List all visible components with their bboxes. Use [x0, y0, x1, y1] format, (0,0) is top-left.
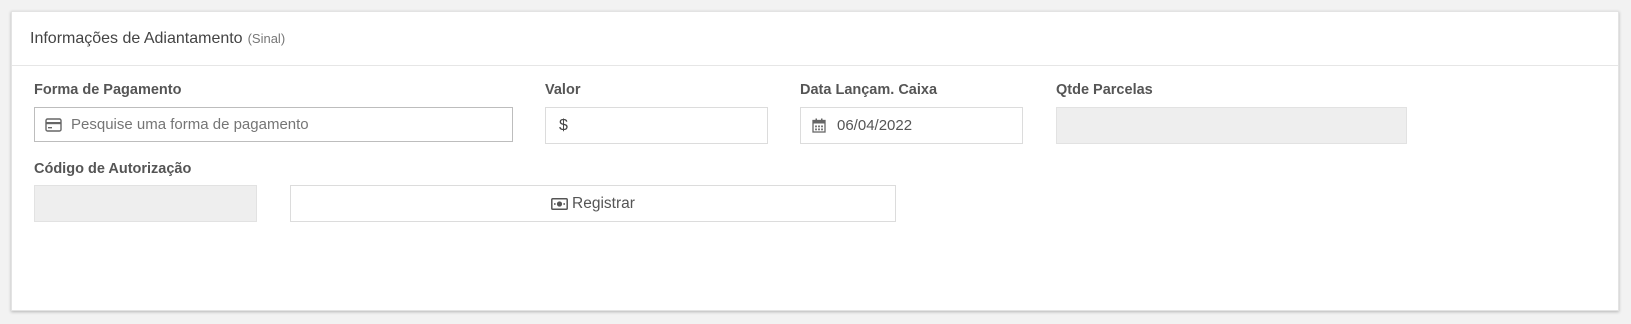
- value-input[interactable]: $: [545, 107, 768, 144]
- panel-title: Informações de Adiantamento: [30, 29, 243, 47]
- authorization-code-label: Código de Autorização: [34, 161, 192, 177]
- installments-qty-input: [1056, 107, 1407, 144]
- currency-prefix: $: [559, 116, 568, 134]
- panel-subtitle: (Sinal): [247, 31, 286, 46]
- register-button[interactable]: Registrar: [290, 185, 896, 222]
- payment-method-input-text[interactable]: [71, 116, 491, 133]
- money-bill-icon: [551, 197, 568, 210]
- advance-info-panel: Informações de Adiantamento (Sinal) Form…: [11, 11, 1619, 311]
- panel-header: Informações de Adiantamento (Sinal): [12, 12, 1618, 66]
- payment-method-search-input[interactable]: [34, 107, 513, 142]
- cash-entry-date-label: Data Lançam. Caixa: [800, 82, 938, 98]
- credit-card-icon: [35, 117, 71, 132]
- calendar-icon: [801, 118, 837, 133]
- cash-entry-date-input[interactable]: 06/04/2022: [800, 107, 1023, 144]
- register-button-label: Registrar: [572, 194, 635, 212]
- payment-method-label: Forma de Pagamento: [34, 82, 182, 98]
- authorization-code-input: [34, 185, 257, 222]
- value-label: Valor: [545, 82, 581, 98]
- installments-qty-label: Qtde Parcelas: [1056, 82, 1153, 98]
- cash-entry-date-value: 06/04/2022: [837, 117, 913, 134]
